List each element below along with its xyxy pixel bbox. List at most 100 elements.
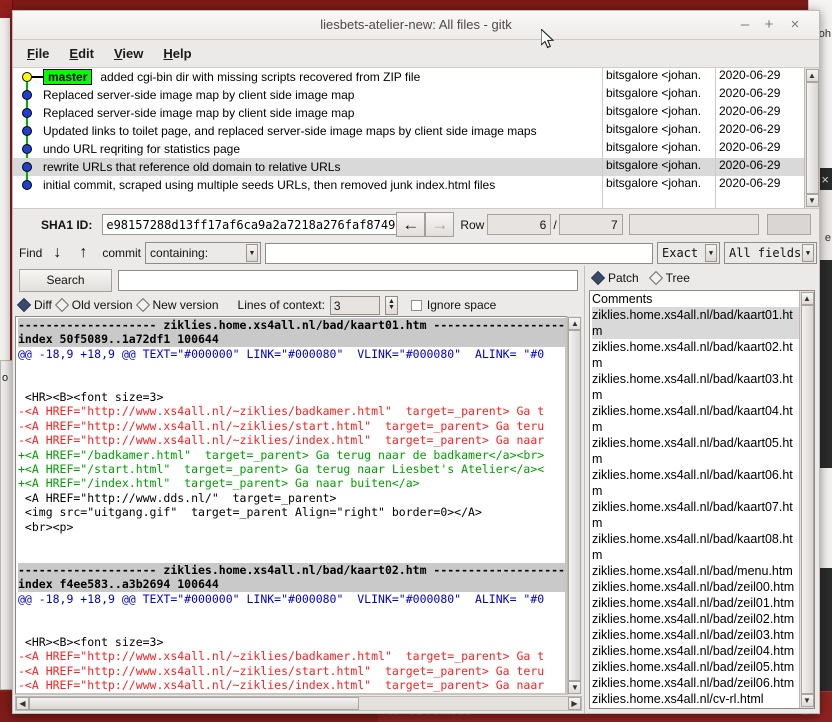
commit-date: 2020-06-29	[719, 104, 781, 118]
file-list-item[interactable]: ziklies.home.xs4all.nl/bad/kaart04.htm	[592, 403, 799, 435]
commit-graph-cell	[13, 122, 43, 149]
file-list-item[interactable]: ziklies.home.xs4all.nl/e-toilet.html	[592, 707, 799, 708]
patch-tree-row: Patch Tree	[585, 266, 819, 290]
background-right-text2: e	[824, 232, 831, 244]
commit-graph-column[interactable]: master added cgi-bin dir with missing scr…	[13, 68, 603, 208]
commit-row[interactable]: initial commit, scraped using multiple s…	[13, 176, 602, 194]
file-list-item[interactable]: ziklies.home.xs4all.nl/bad/kaart08.htm	[592, 531, 799, 563]
file-list-item[interactable]: ziklies.home.xs4all.nl/bad/kaart03.htm	[592, 371, 799, 403]
find-mode-select[interactable]: containing: ▼	[145, 242, 262, 264]
menu-help[interactable]: Help	[163, 46, 191, 61]
chevron-down-icon[interactable]: ▼	[246, 244, 259, 262]
file-list-item[interactable]: ziklies.home.xs4all.nl/bad/kaart07.htm	[592, 499, 799, 531]
radio-new-version-label: New version	[152, 298, 219, 312]
radio-diff[interactable]: Diff	[16, 297, 52, 313]
branch-ref-badge[interactable]: master	[43, 69, 93, 85]
maximize-button[interactable]: +	[759, 15, 779, 35]
scroll-up-icon[interactable]: ▲	[568, 317, 582, 330]
scroll-thumb[interactable]	[568, 330, 582, 681]
file-list-item[interactable]: ziklies.home.xs4all.nl/bad/zeil05.htm	[592, 659, 799, 675]
scroll-left-icon[interactable]: ◀	[16, 697, 29, 710]
file-list-scrollbar[interactable]: ▲ ▼	[799, 291, 814, 708]
find-prev-button[interactable]: ↑	[72, 241, 94, 265]
radio-tree[interactable]: Tree	[648, 270, 690, 286]
arrow-right-icon: →	[431, 214, 449, 234]
commit-list-scrollbar[interactable]: ▲ ▼	[804, 68, 819, 208]
diff-line-ctx: <img src="uitgang.gif" target=_parent Al…	[18, 505, 482, 520]
context-label: Lines of context:	[237, 298, 325, 312]
file-list-item[interactable]: ziklies.home.xs4all.nl/bad/zeil02.htm	[592, 611, 799, 627]
scroll-right-icon[interactable]: ▶	[567, 697, 581, 710]
diff-vertical-scrollbar[interactable]: ▲ ▼	[566, 316, 582, 695]
row-label: Row	[460, 217, 485, 232]
file-list-item[interactable]: ziklies.home.xs4all.nl/bad/kaart05.htm	[592, 435, 799, 467]
commit-author: bitsgalore <johan.	[606, 140, 702, 154]
file-list-item[interactable]: ziklies.home.xs4all.nl/bad/kaart06.htm	[592, 467, 799, 499]
file-list-item[interactable]: ziklies.home.xs4all.nl/bad/menu.htm	[592, 563, 799, 579]
radio-patch-icon	[590, 270, 606, 286]
back-button[interactable]: ←	[396, 212, 426, 237]
diff-line-add: +<A HREF="/badkamer.html" target=_parent…	[18, 447, 545, 462]
scroll-down-icon[interactable]: ▼	[568, 681, 582, 694]
commit-author: bitsgalore <johan.	[603, 158, 715, 176]
close-button[interactable]: ×	[785, 15, 805, 35]
search-button[interactable]: Search	[19, 268, 112, 292]
scroll-thumb[interactable]	[805, 82, 819, 194]
commit-row[interactable]: master added cgi-bin dir with missing scr…	[13, 68, 602, 95]
radio-patch[interactable]: Patch	[590, 270, 639, 286]
menu-file[interactable]: File	[27, 46, 49, 61]
radio-old-version-icon	[54, 297, 69, 313]
file-list-item[interactable]: ziklies.home.xs4all.nl/bad/zeil06.htm	[592, 675, 799, 691]
menu-edit[interactable]: Edit	[69, 46, 94, 61]
commit-row[interactable]: Updated links to toilet page, and replac…	[13, 122, 602, 149]
diff-line-file: -------------------- ziklies.home.xs4all…	[18, 318, 565, 333]
file-list-item[interactable]: Comments	[592, 291, 799, 307]
graph-node-head	[22, 72, 32, 82]
scroll-up-icon[interactable]: ▲	[800, 292, 814, 305]
hscroll-thumb[interactable]	[29, 697, 359, 710]
ignore-space-checkbox[interactable]	[410, 299, 422, 311]
context-input[interactable]: 3	[329, 295, 380, 315]
commit-subject: added cgi-bin dir with missing scripts r…	[100, 70, 421, 84]
search-input[interactable]	[118, 269, 578, 291]
menu-view[interactable]: View	[114, 46, 143, 61]
commit-row[interactable]: undo URL reqriting for statistics page	[13, 140, 602, 167]
stepper-down-icon[interactable]: ▼	[388, 304, 395, 311]
radio-old-version[interactable]: Old version	[54, 297, 133, 313]
commit-row[interactable]: rewrite URLs that reference old domain t…	[13, 158, 602, 185]
file-list-pane: Patch Tree Comments ziklies.home.xs4all.n…	[584, 266, 819, 713]
find-next-button[interactable]: ↓	[46, 241, 68, 265]
commit-row[interactable]: Replaced server-side image map by client…	[13, 86, 602, 113]
commit-row[interactable]: Replaced server-side image map by client…	[13, 104, 602, 131]
file-list-item[interactable]: ziklies.home.xs4all.nl/bad/zeil04.htm	[592, 643, 799, 659]
find-fields-select[interactable]: All fields ▼	[724, 242, 817, 264]
file-list-item[interactable]: ziklies.home.xs4all.nl/cv-rl.html	[592, 691, 799, 707]
diff-line-ctx	[18, 376, 565, 390]
file-list-item[interactable]: ziklies.home.xs4all.nl/bad/zeil03.htm	[592, 627, 799, 643]
minimize-button[interactable]: –	[735, 15, 755, 35]
diff-text-view[interactable]: -------------------- ziklies.home.xs4all…	[15, 316, 567, 695]
scroll-down-icon[interactable]: ▼	[800, 694, 814, 707]
file-list-item[interactable]: ziklies.home.xs4all.nl/bad/kaart01.htm	[591, 307, 799, 339]
scroll-down-icon[interactable]: ▼	[805, 194, 819, 207]
file-list[interactable]: Comments ziklies.home.xs4all.nl/bad/kaart…	[589, 291, 799, 708]
diff-horizontal-scrollbar[interactable]: ◀ ▶	[15, 696, 582, 711]
find-exact-select[interactable]: Exact ▼	[657, 242, 720, 264]
chevron-down-icon[interactable]: ▼	[802, 244, 814, 262]
commit-subject: Replaced server-side image map by client…	[43, 106, 355, 120]
commit-list[interactable]: master added cgi-bin dir with missing scr…	[13, 68, 819, 209]
graph-node	[22, 108, 32, 118]
radio-new-version[interactable]: New version	[135, 297, 219, 313]
scroll-up-icon[interactable]: ▲	[805, 69, 819, 82]
context-stepper[interactable]: ▲ ▼	[384, 295, 398, 315]
file-list-item[interactable]: ziklies.home.xs4all.nl/bad/zeil00.htm	[592, 579, 799, 595]
chevron-down-icon[interactable]: ▼	[705, 244, 717, 262]
diff-view-wrapper: -------------------- ziklies.home.xs4all…	[13, 316, 584, 713]
file-list-item[interactable]: ziklies.home.xs4all.nl/bad/kaart02.htm	[592, 339, 799, 371]
find-input[interactable]	[265, 242, 653, 264]
file-list-item[interactable]: ziklies.home.xs4all.nl/bad/zeil01.htm	[592, 595, 799, 611]
scroll-thumb[interactable]	[800, 305, 814, 694]
commit-subject: rewrite URLs that reference old domain t…	[43, 160, 341, 174]
find-commit-label: commit	[102, 246, 142, 260]
sha1-input[interactable]: e98157288d13ff17af6ca9a2a7218a276faf8749	[102, 214, 397, 235]
